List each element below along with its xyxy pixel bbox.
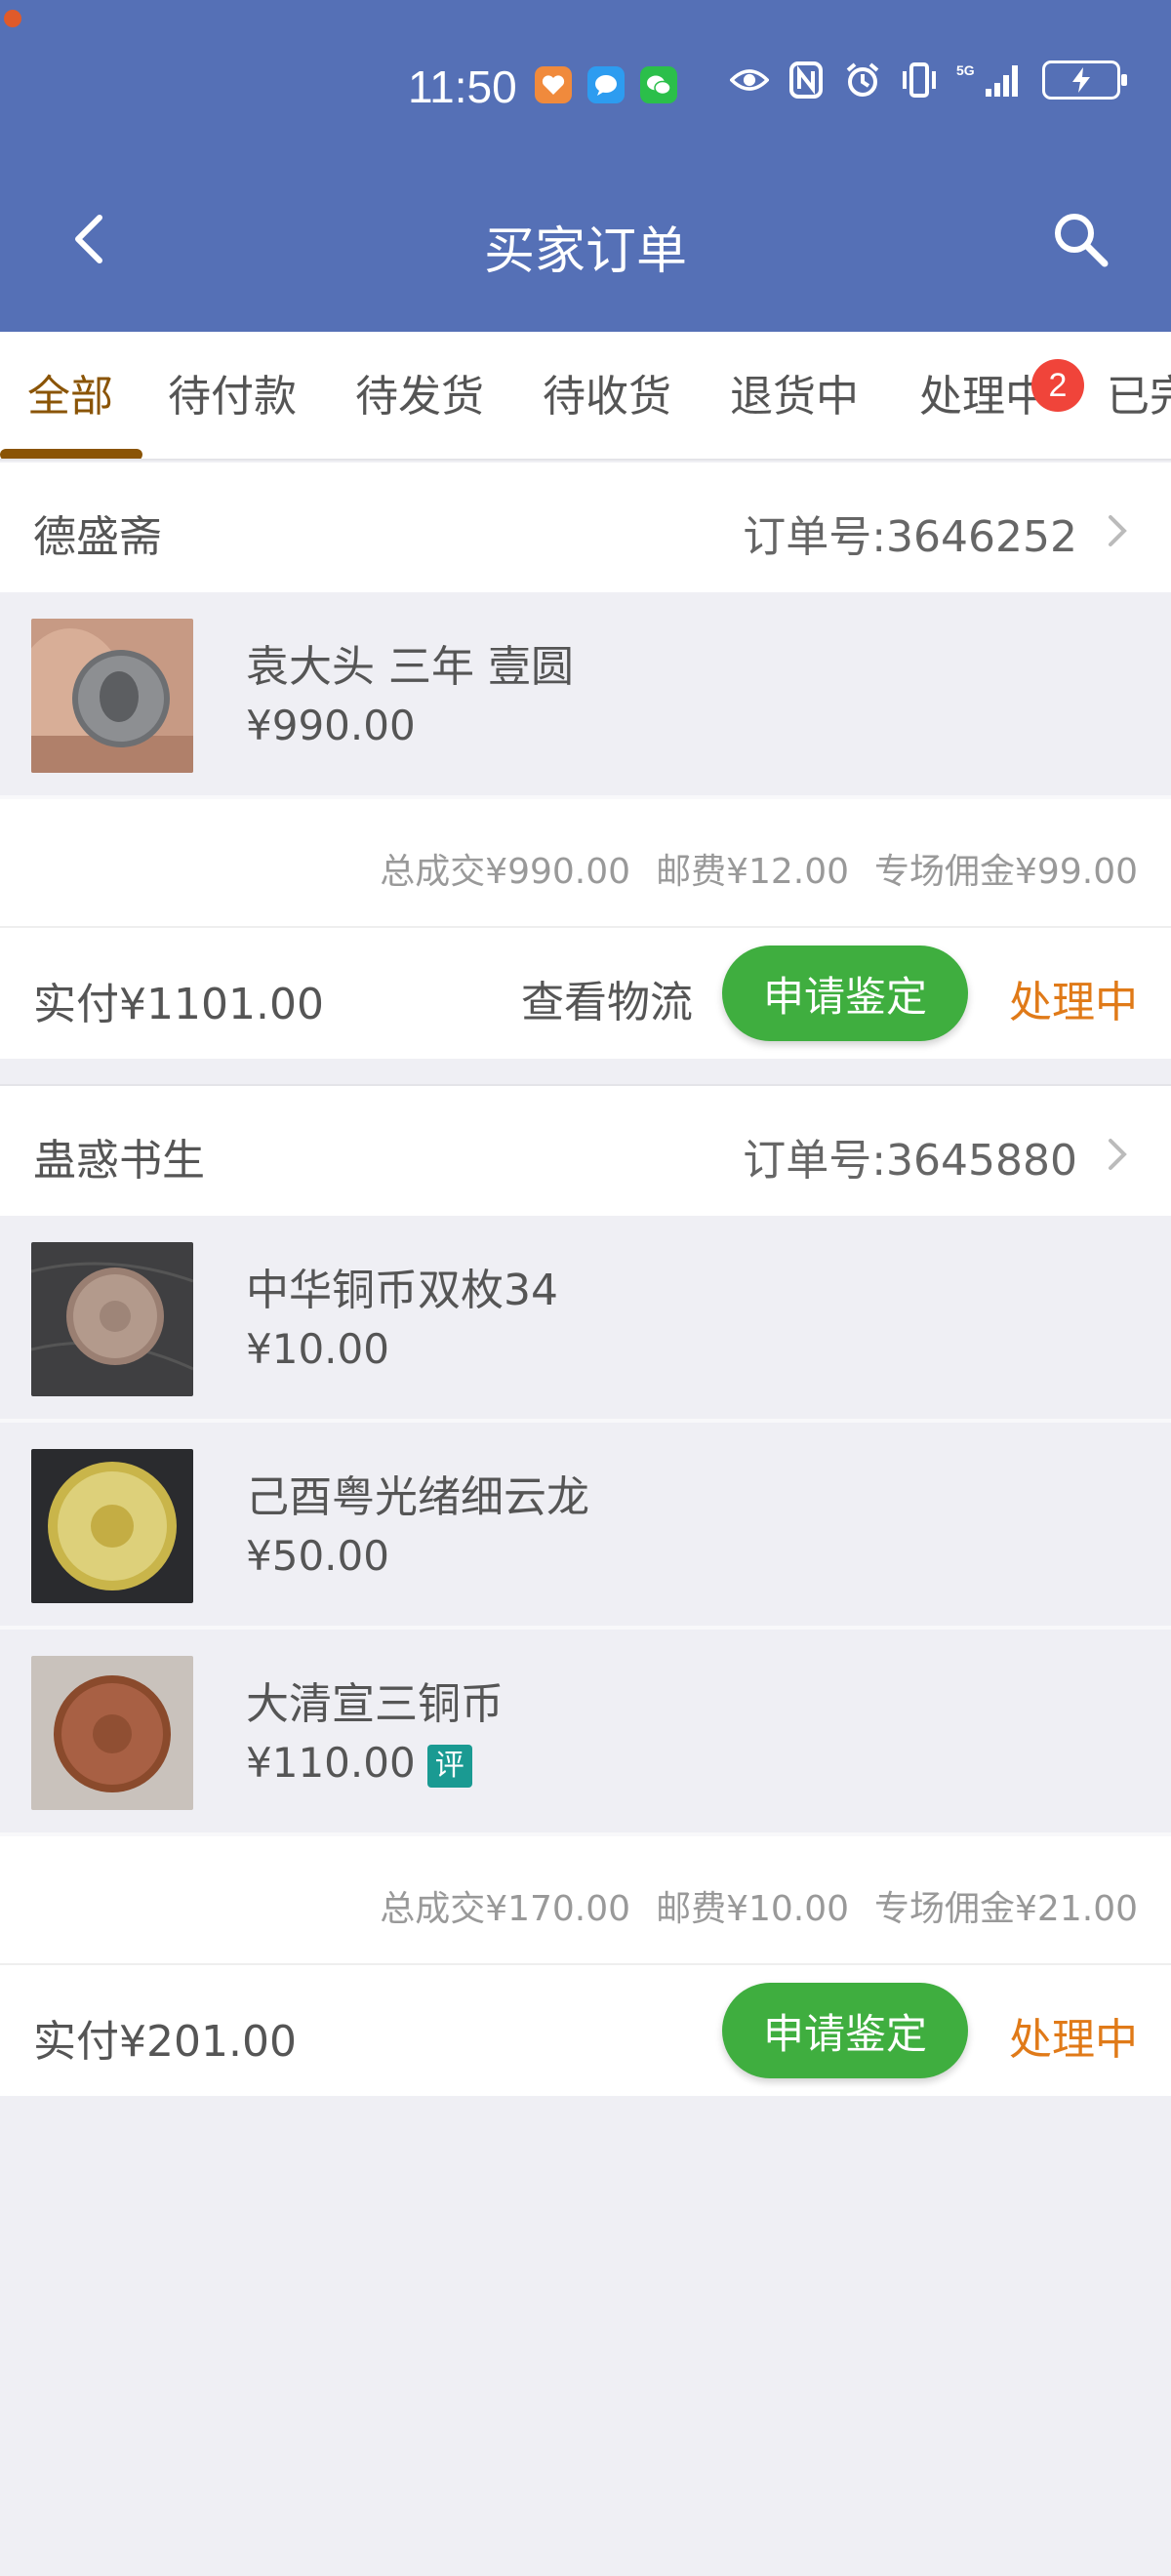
order-status: 处理中 bbox=[1009, 2015, 1138, 2065]
item-thumbnail bbox=[31, 1656, 193, 1810]
processing-count-badge: 2 bbox=[1031, 359, 1084, 412]
search-icon bbox=[1055, 214, 1109, 267]
item-price-value: ¥110.00 bbox=[246, 1739, 416, 1787]
order-actions: 实付¥201.00 申请鉴定 处理中 bbox=[0, 1965, 1171, 2096]
item-name: 中华铜币双枚34 bbox=[246, 1266, 558, 1315]
tab-pending-payment[interactable]: 待付款 bbox=[168, 361, 297, 423]
tab-all[interactable]: 全部 bbox=[27, 361, 113, 423]
total-amount: 总成交¥170.00 bbox=[380, 1889, 631, 1929]
order-header[interactable]: 德盛斋 订单号:3646252 bbox=[0, 463, 1171, 592]
total-amount: 总成交¥990.00 bbox=[380, 852, 631, 892]
item-name: 袁大头 三年 壹圆 bbox=[246, 642, 574, 692]
item-thumbnail bbox=[31, 1449, 193, 1603]
commission-fee: 专场佣金¥21.00 bbox=[874, 1889, 1138, 1929]
rating-tag: 评 bbox=[426, 1744, 472, 1788]
shipping-fee: 邮费¥12.00 bbox=[656, 852, 850, 892]
tab-pending-receipt[interactable]: 待收货 bbox=[543, 361, 671, 423]
tab-processing[interactable]: 处理中 bbox=[919, 361, 1048, 423]
commission-fee: 专场佣金¥99.00 bbox=[874, 852, 1138, 892]
order-actions: 实付¥1101.00 查看物流 申请鉴定 处理中 bbox=[0, 928, 1171, 1059]
nfc-icon bbox=[787, 60, 826, 100]
item-thumbnail bbox=[31, 619, 193, 773]
active-tab-indicator bbox=[0, 449, 142, 459]
tab-pending-shipment[interactable]: 待发货 bbox=[355, 361, 484, 423]
svg-text:5G: 5G bbox=[956, 62, 975, 78]
order-item[interactable]: 袁大头 三年 壹圆 ¥990.00 bbox=[0, 592, 1171, 799]
order-summary: 总成交¥170.00 邮费¥10.00 专场佣金¥21.00 bbox=[0, 1836, 1171, 1965]
item-thumbnail bbox=[31, 1242, 193, 1396]
tab-returning[interactable]: 退货中 bbox=[730, 361, 859, 423]
corner-logo bbox=[4, 8, 25, 28]
app-header: 11:50 5G 买家订单 bbox=[0, 0, 1171, 332]
view-logistics-button[interactable]: 查看物流 bbox=[521, 967, 693, 1029]
item-name: 己酉粤光绪细云龙 bbox=[246, 1472, 589, 1522]
order-card: 德盛斋 订单号:3646252 袁大头 三年 壹圆 ¥990.00 总成交¥99… bbox=[0, 463, 1171, 1059]
apply-appraisal-button[interactable]: 申请鉴定 bbox=[722, 1983, 968, 2078]
paid-amount: 实付¥1101.00 bbox=[33, 980, 324, 1029]
shop-name: 蛊惑书生 bbox=[33, 1136, 205, 1186]
alarm-icon bbox=[843, 60, 882, 100]
health-app-icon bbox=[535, 66, 572, 103]
paid-amount: 实付¥201.00 bbox=[33, 2017, 297, 2067]
order-item[interactable]: 大清宣三铜币 ¥110.00 评 bbox=[0, 1630, 1171, 1836]
status-time: 11:50 bbox=[408, 61, 517, 112]
order-status: 处理中 bbox=[1009, 978, 1138, 1027]
status-system-icons: 5G bbox=[730, 60, 1127, 100]
page-title: 买家订单 bbox=[483, 222, 687, 281]
order-number: 订单号:3646252 bbox=[743, 512, 1077, 562]
tab-completed[interactable]: 已完 bbox=[1107, 361, 1171, 423]
item-price: ¥10.00 bbox=[246, 1325, 389, 1373]
order-item[interactable]: 中华铜币双枚34 ¥10.00 bbox=[0, 1216, 1171, 1423]
order-item[interactable]: 己酉粤光绪细云龙 ¥50.00 bbox=[0, 1423, 1171, 1630]
item-name: 大清宣三铜币 bbox=[246, 1679, 504, 1729]
search-button[interactable] bbox=[1046, 205, 1114, 273]
apply-appraisal-button[interactable]: 申请鉴定 bbox=[722, 946, 968, 1041]
order-header[interactable]: 蛊惑书生 订单号:3645880 bbox=[0, 1086, 1171, 1216]
order-tabs: 全部 待付款 待发货 待收货 退货中 处理中 已完 bbox=[0, 332, 1171, 461]
item-price: ¥990.00 bbox=[246, 702, 416, 749]
item-price: ¥50.00 bbox=[246, 1532, 389, 1580]
item-price: ¥110.00 评 bbox=[246, 1739, 472, 1788]
message-app-icon bbox=[587, 66, 625, 103]
eye-icon bbox=[730, 60, 769, 100]
shipping-fee: 邮费¥10.00 bbox=[656, 1889, 850, 1929]
order-summary: 总成交¥990.00 邮费¥12.00 专场佣金¥99.00 bbox=[0, 799, 1171, 928]
order-number: 订单号:3645880 bbox=[743, 1136, 1077, 1186]
chevron-right-icon bbox=[1109, 515, 1127, 546]
battery-charging-icon bbox=[1042, 60, 1127, 100]
vibrate-icon bbox=[900, 60, 939, 100]
signal-5g-icon: 5G bbox=[956, 60, 1025, 100]
order-card: 蛊惑书生 订单号:3645880 中华铜币双枚34 ¥10.00 己酉粤光绪细云… bbox=[0, 1084, 1171, 2096]
status-app-icons bbox=[535, 66, 677, 103]
chevron-right-icon bbox=[1109, 1139, 1127, 1170]
wechat-icon bbox=[640, 66, 677, 103]
shop-name: 德盛斋 bbox=[33, 512, 162, 562]
